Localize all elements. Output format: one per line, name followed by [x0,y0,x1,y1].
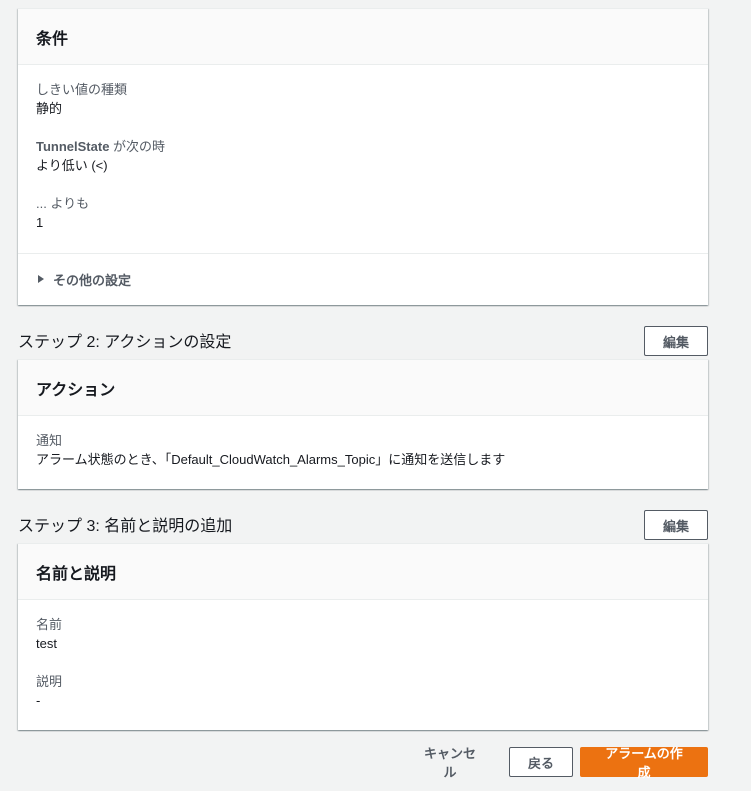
actions-title: アクション [36,381,116,399]
threshold-type: しきい値の種類 静的 [36,80,690,118]
name-description-body: 名前 test 説明 - [18,600,708,722]
actions-header: アクション [18,360,708,416]
step3-edit-button[interactable]: 編集 [644,510,708,540]
comparison-value: より低い (<) [36,158,108,173]
conditions-panel: 条件 しきい値の種類 静的 TunnelState が次の時 より低い (<) … [18,8,708,305]
back-button[interactable]: 戻る [509,747,573,777]
notification-label: 通知 [36,433,63,448]
comparison-label: TunnelState が次の時 [36,137,690,156]
alarm-name-value: test [36,636,57,651]
conditions-body: しきい値の種類 静的 TunnelState が次の時 より低い (<) ...… [18,65,708,253]
threshold-value: 1 [36,215,44,230]
comparison: TunnelState が次の時 より低い (<) [36,137,690,175]
threshold-label: ... よりも [36,196,90,211]
more-settings-label: その他の設定 [53,272,132,288]
alarm-name-label: 名前 [36,617,63,632]
notification: 通知 アラーム状態のとき、「Default_CloudWatch_Alarms_… [36,431,690,469]
step3-title: ステップ 3: 名前と説明の追加 [18,518,233,535]
alarm-description-value: - [36,693,41,708]
step2-title: ステップ 2: アクションの設定 [18,334,232,351]
alarm-description-label: 説明 [36,674,63,689]
actions-panel: アクション 通知 アラーム状態のとき、「Default_CloudWatch_A… [18,359,708,489]
alarm-name: 名前 test [36,615,690,653]
threshold-type-value: 静的 [36,101,63,116]
caret-right-icon [38,275,44,283]
notification-value: アラーム状態のとき、「Default_CloudWatch_Alarms_Top… [36,452,506,467]
metric-name: TunnelState [36,139,110,154]
step2-edit-button[interactable]: 編集 [644,326,708,356]
metric-suffix: が次の時 [109,139,166,154]
conditions-title: 条件 [36,30,69,48]
conditions-header: 条件 [18,9,708,65]
name-description-title: 名前と説明 [36,565,117,583]
alarm-description: 説明 - [36,672,690,710]
threshold-type-label: しきい値の種類 [36,82,128,97]
actions-body: 通知 アラーム状態のとき、「Default_CloudWatch_Alarms_… [18,416,708,481]
more-settings-expander[interactable]: その他の設定 [18,253,708,304]
create-alarm-button[interactable]: アラームの作成 [580,746,708,780]
threshold: ... よりも 1 [36,194,690,232]
name-description-header: 名前と説明 [18,544,708,600]
name-description-panel: 名前と説明 名前 test 説明 - [18,543,708,730]
cancel-button[interactable]: キャンセル [404,746,496,780]
